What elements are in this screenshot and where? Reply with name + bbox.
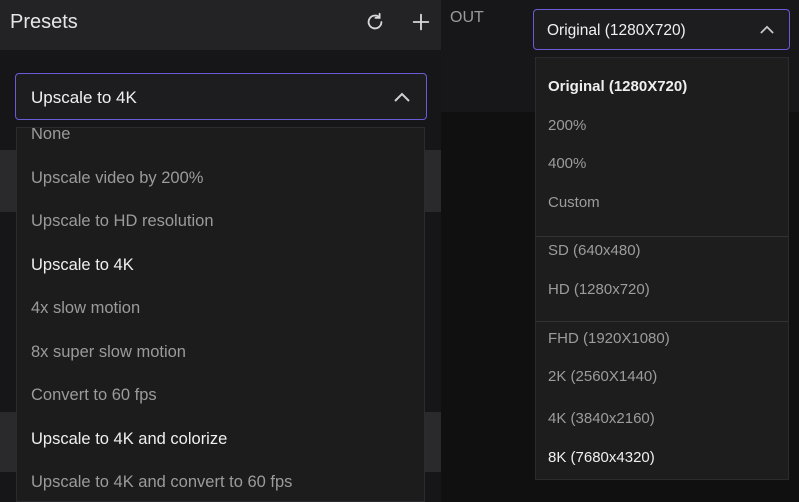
output-option[interactable]: 2K (2560X1440) [548, 368, 657, 385]
output-option-selected[interactable]: Original (1280X720) [548, 78, 687, 95]
divider [536, 321, 788, 322]
preset-option[interactable]: Upscale video by 200% [17, 169, 424, 188]
output-option[interactable]: 400% [548, 155, 586, 172]
output-option[interactable]: 8K (7680x4320) [548, 449, 655, 466]
preset-option[interactable]: Convert to 60 fps [17, 386, 424, 405]
output-option-label: 200% [548, 117, 587, 134]
output-option-label: 4K (3840x2160) [548, 410, 655, 427]
preset-option-label: Upscale to 4K [31, 256, 134, 274]
preset-option[interactable]: 4x slow motion [17, 299, 424, 318]
preset-option-label: Upscale to HD resolution [31, 212, 214, 230]
output-option-label: FHD (1920X1080) [548, 330, 670, 347]
output-select-value: Original (1280X720) [547, 22, 686, 39]
presets-panel: Presets Upscale to 4K None Upscale video… [0, 0, 441, 502]
output-option-label: SD (640x480) [548, 242, 641, 259]
preset-option[interactable]: Upscale to HD resolution [17, 212, 424, 231]
preset-select-value: Upscale to 4K [31, 88, 137, 107]
preset-option-label: Upscale to 4K and convert to 60 fps [31, 473, 293, 491]
presets-title: Presets [10, 11, 78, 33]
output-option-label: 2K (2560X1440) [548, 368, 658, 385]
output-dropdown-list: Original (1280X720) 200% 400% Custom SD … [535, 57, 789, 480]
output-option-label: Custom [548, 194, 600, 211]
app-root: Presets Upscale to 4K None Upscale video… [0, 0, 799, 502]
preset-option-label: None [31, 127, 71, 143]
output-option[interactable]: Custom [548, 194, 600, 211]
output-option[interactable]: HD (1280x720) [548, 281, 650, 298]
output-resolution-select[interactable]: Original (1280X720) [533, 9, 790, 50]
presets-header: Presets [0, 0, 441, 50]
output-option[interactable]: FHD (1920X1080) [548, 330, 670, 347]
preset-option-selected[interactable]: Upscale to 4K [17, 256, 424, 275]
preset-option-label: Upscale video by 200% [31, 169, 204, 187]
preset-option-label: Upscale to 4K and colorize [31, 430, 228, 448]
preset-option[interactable]: Upscale to 4K and convert to 60 fps [17, 473, 424, 492]
output-option-label: 400% [548, 155, 587, 172]
chevron-up-icon [394, 92, 410, 102]
preset-dropdown-list: None Upscale video by 200% Upscale to HD… [16, 127, 425, 502]
plus-icon[interactable] [408, 9, 434, 35]
output-option-label: HD (1280x720) [548, 281, 650, 298]
divider [536, 236, 788, 237]
output-option-label: 8K (7680x4320) [548, 449, 655, 466]
refresh-icon[interactable] [362, 9, 388, 35]
preset-option-label: 8x super slow motion [31, 343, 186, 361]
output-label: OUT [450, 9, 484, 26]
preset-option-label: 4x slow motion [31, 299, 141, 317]
output-option[interactable]: 200% [548, 117, 586, 134]
output-option[interactable]: SD (640x480) [548, 242, 641, 259]
preset-option[interactable]: Upscale to 4K and colorize [17, 430, 424, 449]
preset-select[interactable]: Upscale to 4K [15, 73, 427, 120]
preset-option[interactable]: 8x super slow motion [17, 343, 424, 362]
output-option[interactable]: 4K (3840x2160) [548, 410, 655, 427]
output-option-label: Original (1280X720) [548, 78, 688, 95]
chevron-up-icon [760, 25, 774, 34]
preset-option-label: Convert to 60 fps [31, 386, 157, 404]
preset-option-none[interactable]: None [17, 127, 424, 144]
